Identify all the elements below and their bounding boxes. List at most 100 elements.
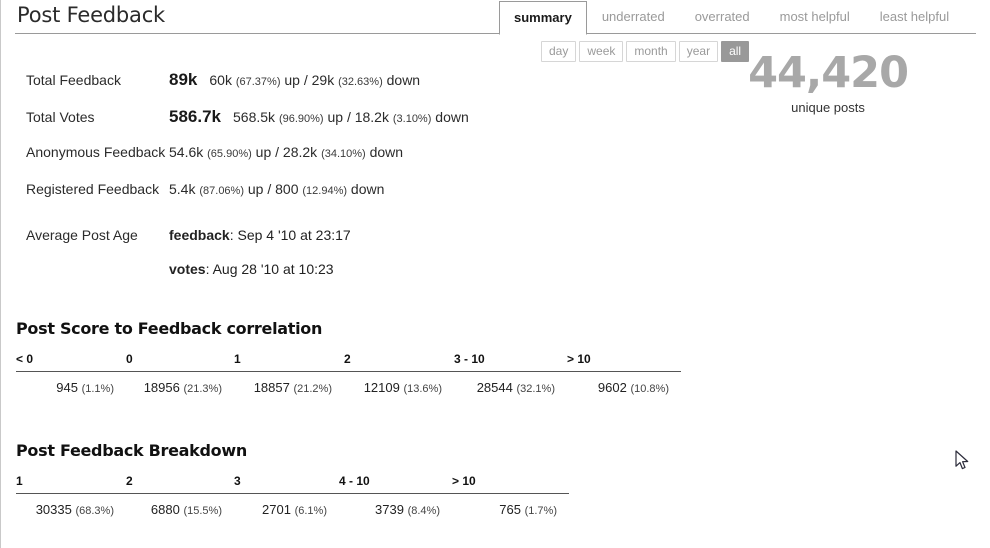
stat-down-pct-total-feedback: (32.63%) — [338, 76, 383, 88]
tab-overrated[interactable]: overrated — [680, 1, 765, 34]
correlation-value-row: 945 (1.1%) 18956 (21.3%) 18857 (21.2%) 1… — [16, 372, 681, 395]
stat-label-registered-feedback: Registered Feedback — [26, 181, 160, 197]
breakdown-cell-pct: (8.4%) — [407, 505, 440, 517]
period-button-day[interactable]: day — [541, 41, 577, 62]
stat-up-word-total-feedback: up — [284, 72, 300, 88]
average-post-age-votes-value: : Aug 28 '10 at 10:23 — [205, 261, 334, 277]
stat-down-word-anonymous-feedback: down — [369, 144, 404, 160]
average-post-age-feedback-value: : Sep 4 '10 at 23:17 — [229, 227, 351, 243]
period-button-month-label: month — [634, 44, 668, 58]
correlation-cell-value: 18956 — [143, 380, 180, 395]
breakdown-cell-value: 6880 — [150, 502, 180, 517]
stat-value-total-feedback: 89k 60k (67.37%) up / 29k (32.63%) down — [169, 70, 420, 90]
correlation-cell: 18857 (21.2%) — [234, 372, 344, 395]
stat-up-value-anonymous-feedback: 54.6k — [169, 144, 204, 160]
stat-row-total-votes: Total Votes 586.7k 568.5k (96.90%) up / … — [1, 107, 701, 144]
period-button-year[interactable]: year — [678, 41, 719, 62]
correlation-col-header: > 10 — [567, 352, 681, 372]
tab-bar: summary underrated overrated most helpfu… — [499, 0, 964, 35]
stat-sub-registered-feedback: 5.4k (87.06%) up / 800 (12.94%) down — [169, 181, 384, 197]
correlation-col-header: 2 — [344, 352, 454, 372]
correlation-cell-value: 18857 — [253, 380, 290, 395]
stat-up-value-total-votes: 568.5k — [233, 109, 276, 125]
stat-row-total-feedback: Total Feedback 89k 60k (67.37%) up / 29k… — [1, 70, 701, 107]
correlation-cell-pct: (13.6%) — [403, 383, 442, 395]
stat-down-pct-registered-feedback: (12.94%) — [302, 185, 348, 197]
correlation-cell-pct: (21.2%) — [293, 383, 332, 395]
period-button-week[interactable]: week — [579, 41, 624, 62]
breakdown-col-header: > 10 — [452, 474, 569, 494]
stat-sub-total-votes: 568.5k (96.90%) up / 18.2k (3.10%) down — [233, 109, 469, 125]
stat-label-anonymous-feedback: Anonymous Feedback — [26, 144, 166, 160]
tab-least-helpful[interactable]: least helpful — [865, 1, 964, 34]
period-filter-group: day week month year all — [541, 41, 750, 62]
period-button-year-label: year — [686, 44, 711, 58]
tab-summary-label: summary — [514, 10, 572, 25]
average-post-age-votes-key: votes — [169, 261, 206, 277]
page-header: Post Feedback summary underrated overrat… — [1, 0, 990, 35]
average-post-age-votes-line: votes: Aug 28 '10 at 10:23 — [169, 252, 351, 286]
correlation-cell-value: 9602 — [597, 380, 627, 395]
stat-big-total-votes: 586.7k — [169, 107, 221, 126]
period-button-week-label: week — [587, 44, 616, 58]
tab-underrated-label: underrated — [601, 9, 665, 24]
breakdown-cell-pct: (1.7%) — [524, 505, 557, 517]
correlation-col-header: 0 — [126, 352, 234, 372]
period-button-all[interactable]: all — [721, 41, 750, 62]
breakdown-header-row: 1 2 3 4 - 10 > 10 — [16, 474, 569, 494]
correlation-cell: 12109 (13.6%) — [344, 372, 454, 395]
correlation-col-header: 3 - 10 — [454, 352, 567, 372]
unique-posts-count: 44,420 — [748, 48, 909, 98]
mouse-cursor-icon — [955, 450, 971, 477]
stat-label-average-post-age: Average Post Age — [26, 227, 138, 243]
stat-down-pct-total-votes: (3.10%) — [392, 113, 432, 125]
correlation-cell: 945 (1.1%) — [16, 372, 126, 395]
stat-row-average-post-age: Average Post Age feedback: Sep 4 '10 at … — [1, 218, 701, 286]
breakdown-cell: 2701 (6.1%) — [234, 494, 339, 517]
tab-underrated[interactable]: underrated — [587, 1, 680, 34]
breakdown-cell-value: 765 — [499, 502, 521, 517]
unique-posts-summary: 44,420 unique posts — [748, 48, 909, 115]
stat-up-pct-total-votes: (96.90%) — [278, 113, 324, 125]
unique-posts-label: unique posts — [791, 100, 865, 115]
correlation-col-header: 1 — [234, 352, 344, 372]
breakdown-value-row: 30335 (68.3%) 6880 (15.5%) 2701 (6.1%) 3… — [16, 494, 569, 517]
stat-label-total-votes: Total Votes — [26, 109, 95, 125]
stat-down-value-registered-feedback: 800 — [275, 181, 299, 197]
tab-most-helpful[interactable]: most helpful — [765, 1, 865, 34]
stat-up-word-registered-feedback: up — [247, 181, 264, 197]
tab-most-helpful-label: most helpful — [779, 9, 850, 24]
stat-up-word-anonymous-feedback: up — [255, 144, 272, 160]
stat-down-pct-anonymous-feedback: (34.10%) — [321, 148, 366, 160]
breakdown-heading: Post Feedback Breakdown — [16, 441, 247, 460]
tab-overrated-label: overrated — [694, 9, 750, 24]
breakdown-col-header: 1 — [16, 474, 126, 494]
tab-least-helpful-label: least helpful — [879, 9, 950, 24]
breakdown-cell: 765 (1.7%) — [452, 494, 569, 517]
correlation-cell-pct: (10.8%) — [630, 383, 669, 395]
correlation-header-row: < 0 0 1 2 3 - 10 > 10 — [16, 352, 681, 372]
stat-sub-total-feedback: 60k (67.37%) up / 29k (32.63%) down — [209, 72, 420, 88]
correlation-cell-value: 28544 — [476, 380, 513, 395]
breakdown-cell: 3739 (8.4%) — [339, 494, 452, 517]
breakdown-cell-value: 30335 — [35, 502, 72, 517]
stat-up-pct-registered-feedback: (87.06%) — [199, 185, 244, 197]
period-button-month[interactable]: month — [626, 41, 676, 62]
breakdown-cell: 6880 (15.5%) — [126, 494, 234, 517]
stat-row-registered-feedback: Registered Feedback 5.4k (87.06%) up / 8… — [1, 181, 701, 218]
period-button-all-label: all — [729, 44, 742, 58]
stat-down-word-total-votes: down — [435, 109, 469, 125]
tab-summary[interactable]: summary — [499, 1, 587, 35]
stat-down-word-total-feedback: down — [386, 72, 421, 88]
stat-up-value-registered-feedback: 5.4k — [169, 181, 196, 197]
summary-stats-list: Total Feedback 89k 60k (67.37%) up / 29k… — [1, 70, 701, 286]
correlation-cell-pct: (1.1%) — [81, 383, 114, 395]
breakdown-cell-value: 3739 — [375, 502, 404, 517]
correlation-cell-value: 12109 — [363, 380, 400, 395]
stat-down-value-total-feedback: 29k — [311, 72, 335, 88]
breakdown-cell-value: 2701 — [262, 502, 291, 517]
stat-up-word-total-votes: up — [327, 109, 344, 125]
average-post-age-values: feedback: Sep 4 '10 at 23:17 votes: Aug … — [169, 218, 351, 286]
breakdown-cell-pct: (6.1%) — [294, 505, 327, 517]
correlation-cell: 28544 (32.1%) — [454, 372, 567, 395]
